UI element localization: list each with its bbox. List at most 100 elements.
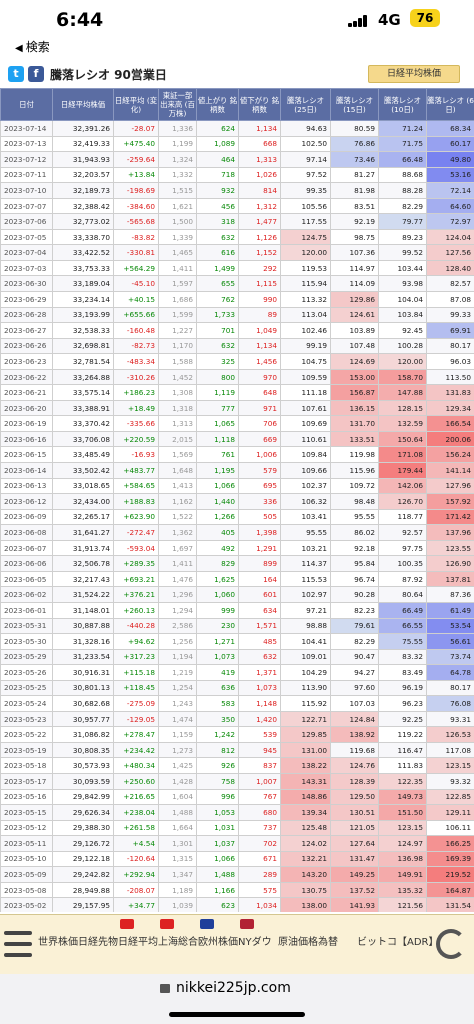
table-cell: 419 <box>196 664 239 681</box>
table-cell: 350 <box>196 710 239 728</box>
table-cell: 107.03 <box>330 695 379 712</box>
table-row: 2023-05-09 29,242.82 +292.94 1,347 1,488 289 1… <box>0 866 474 883</box>
table-cell: +13.84 <box>113 166 159 184</box>
table-row: 2023-06-16 33,706.08 +220.59 2,015 1,118 669 1… <box>0 430 474 448</box>
table-cell: -83.82 <box>113 228 159 246</box>
table-cell: 157.92 <box>426 493 474 510</box>
table-cell: 130.75 <box>280 881 331 899</box>
table-cell: 1,398 <box>238 524 281 541</box>
nav-item[interactable]: 日経平均 <box>118 933 158 948</box>
table-cell: 1,413 <box>158 477 197 495</box>
table-cell: 151.50 <box>378 804 427 821</box>
nav-item[interactable]: 上海総合 <box>158 933 198 948</box>
data-table-container[interactable]: 日付 日経平均株価 日経平均 (変化) 東証一部 出来高 (百万株) 値上がり 銘柄数値… <box>0 88 474 912</box>
table-cell: 648 <box>238 384 281 401</box>
nav-item[interactable]: 為替 <box>318 933 338 948</box>
table-cell: 87.36 <box>426 586 474 603</box>
back-button[interactable]: ◀ 検索 <box>15 38 50 55</box>
table-cell: 124.97 <box>378 835 427 852</box>
table-cell: 93.32 <box>426 772 474 790</box>
table-cell: 97.14 <box>280 151 331 168</box>
table-cell: 2023-06-05 <box>0 570 53 588</box>
table-row: 2023-06-23 32,781.54 -483.34 1,588 325 1,456 1… <box>0 353 474 370</box>
table-cell: 31,148.01 <box>52 601 114 619</box>
table-cell: 33,753.33 <box>52 259 114 277</box>
table-cell: 103.84 <box>378 306 427 324</box>
table-cell: 99.52 <box>378 244 427 261</box>
table-cell: 2023-06-16 <box>0 430 53 448</box>
twitter-icon[interactable]: t <box>8 66 24 82</box>
menu-icon[interactable] <box>4 931 32 957</box>
table-cell: 758 <box>196 772 239 790</box>
table-cell: 32,189.73 <box>52 182 114 199</box>
table-row: 2023-07-10 32,189.73 -198.69 1,515 932 814 99.… <box>0 182 474 199</box>
table-cell: 2023-05-24 <box>0 695 53 712</box>
table-cell: 837 <box>238 757 281 774</box>
table-cell: 1,159 <box>158 726 197 743</box>
table-cell: 2,015 <box>158 430 197 448</box>
table-cell: 706 <box>238 415 281 432</box>
table-cell: 1,037 <box>196 835 239 852</box>
table-cell: 121.05 <box>330 819 379 837</box>
table-cell: 166.25 <box>426 835 474 852</box>
table-row: 2023-06-13 33,018.65 +584.65 1,413 1,066 695 1… <box>0 477 474 495</box>
table-cell: 102.50 <box>280 135 331 153</box>
table-cell: 945 <box>238 741 281 759</box>
table-row: 2023-06-02 31,524.22 +376.21 1,296 1,060 601 1… <box>0 586 474 603</box>
table-cell: 158.70 <box>378 368 427 386</box>
nav-item[interactable]: ビットコ <box>357 933 397 948</box>
nav-item[interactable]: 【ADR】 <box>397 933 439 948</box>
reload-icon[interactable] <box>436 929 466 959</box>
nav-item[interactable]: 欧州株価 <box>198 933 238 948</box>
flag-icon <box>160 919 174 929</box>
flag-icon <box>240 919 254 929</box>
table-cell: 124.76 <box>330 757 379 774</box>
table-cell: 102.46 <box>280 322 331 339</box>
table-row: 2023-05-19 30,808.35 +234.42 1,273 812 945 131… <box>0 741 474 759</box>
table-cell: 56.61 <box>426 633 474 650</box>
table-cell: 32,773.02 <box>52 213 114 230</box>
table-cell: 92.45 <box>378 322 427 339</box>
table-cell: 1,336 <box>158 120 197 137</box>
nav-item[interactable]: 世界株価 <box>38 933 78 948</box>
table-cell: 127.96 <box>426 477 474 495</box>
table-cell: 109.69 <box>280 415 331 432</box>
table-cell: 153.00 <box>330 368 379 386</box>
table-cell: 2023-06-09 <box>0 508 53 526</box>
table-cell: 2023-05-08 <box>0 881 53 899</box>
nav-item[interactable]: NYダウ <box>238 933 272 948</box>
table-cell: 66.49 <box>378 601 427 619</box>
table-cell: 124.69 <box>330 353 379 370</box>
table-cell: 1,034 <box>238 897 281 912</box>
table-cell: 99.33 <box>426 306 474 324</box>
table-cell: 90.28 <box>330 586 379 603</box>
table-cell: +238.04 <box>113 804 159 821</box>
table-cell: 31,328.16 <box>52 633 114 650</box>
table-cell: 464 <box>196 151 239 168</box>
table-cell: 33,370.42 <box>52 415 114 432</box>
table-cell: 138.00 <box>280 897 331 912</box>
table-cell: +483.77 <box>113 462 159 479</box>
table-row: 2023-06-28 33,193.99 +655.66 1,599 1,733 89 11… <box>0 306 474 324</box>
nikkei-average-button[interactable]: 日経平均株価 <box>368 65 460 83</box>
table-cell: 1,733 <box>196 306 239 324</box>
signal-icon <box>348 15 368 27</box>
nav-item[interactable]: 原油価格 <box>278 933 318 948</box>
table-cell: 61.49 <box>426 601 474 619</box>
table-cell: 1,500 <box>158 213 197 230</box>
facebook-icon[interactable]: f <box>28 66 44 82</box>
table-cell: 1,452 <box>158 368 197 386</box>
table-cell: 616 <box>196 244 239 261</box>
table-cell: 31,913.74 <box>52 539 114 557</box>
table-cell: 669 <box>238 430 281 448</box>
url-bar[interactable]: nikkei225jp.com <box>0 974 474 1024</box>
table-cell: 926 <box>196 757 239 774</box>
table-cell: 75.55 <box>378 633 427 650</box>
table-cell: 125.48 <box>280 819 331 837</box>
table-cell: 800 <box>196 368 239 386</box>
nav-item[interactable]: 日経先物 <box>78 933 118 948</box>
table-cell: 124.84 <box>330 710 379 728</box>
table-cell: -440.28 <box>113 617 159 635</box>
table-cell: 124.04 <box>426 228 474 246</box>
table-cell: 2023-06-02 <box>0 586 53 603</box>
